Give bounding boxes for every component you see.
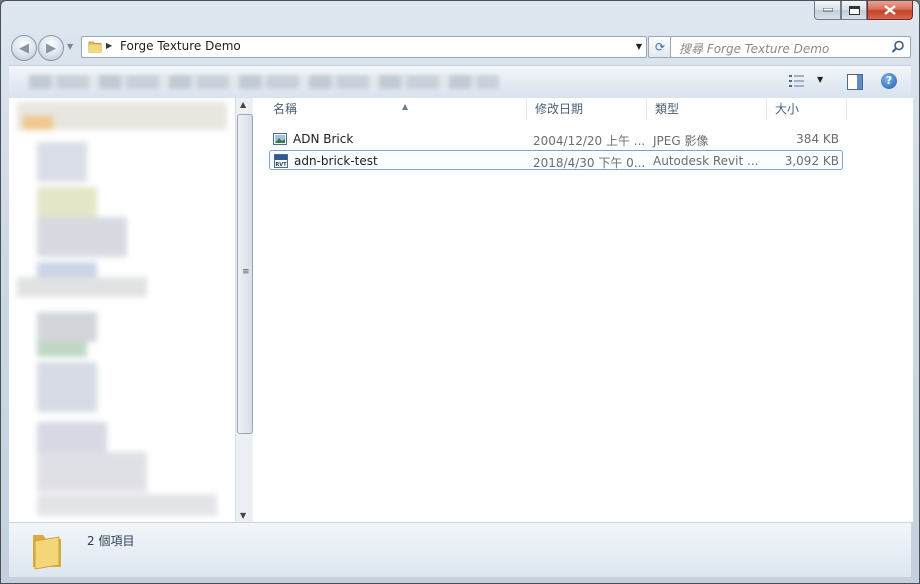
rvt-file-icon: RVT bbox=[274, 154, 288, 168]
file-size: 384 KB bbox=[796, 132, 839, 146]
maximize-icon bbox=[848, 5, 860, 15]
close-icon bbox=[884, 5, 896, 15]
navigation-scrollbar[interactable]: ▲ ≡ ▼ bbox=[235, 98, 253, 522]
navigation-pane[interactable] bbox=[9, 98, 235, 522]
preview-pane-icon[interactable] bbox=[847, 74, 863, 90]
details-pane: 2 個項目 bbox=[9, 522, 911, 577]
back-arrow-icon: ◀ bbox=[19, 40, 29, 56]
column-headers: 名稱 ▲ 修改日期 類型 大小 bbox=[253, 98, 913, 120]
forward-arrow-icon: ▶ bbox=[46, 40, 56, 56]
folder-icon bbox=[88, 41, 102, 53]
refresh-button[interactable]: ⟳ bbox=[648, 36, 672, 58]
sort-ascending-icon: ▲ bbox=[402, 102, 409, 111]
change-view-icon[interactable] bbox=[789, 74, 805, 88]
minimize-button[interactable] bbox=[814, 1, 841, 20]
close-button[interactable] bbox=[867, 1, 913, 20]
folder-icon bbox=[33, 535, 61, 570]
breadcrumb-folder[interactable]: Forge Texture Demo bbox=[120, 39, 241, 53]
file-type: JPEG 影像 bbox=[653, 134, 709, 148]
file-name[interactable]: adn-brick-test bbox=[294, 154, 378, 168]
column-header-type[interactable]: 類型 bbox=[647, 98, 767, 120]
file-type: Autodesk Revit ... bbox=[653, 154, 759, 168]
maximize-button[interactable] bbox=[841, 1, 867, 20]
file-row[interactable]: RVT adn-brick-test 2018/4/30 下午 0... Aut… bbox=[269, 150, 843, 170]
minimize-icon bbox=[822, 8, 833, 12]
search-input[interactable]: 搜尋 Forge Texture Demo bbox=[679, 40, 829, 57]
navigation-tree-blurred bbox=[17, 102, 227, 516]
search-box[interactable]: 搜尋 Forge Texture Demo bbox=[670, 36, 911, 58]
file-size: 3,092 KB bbox=[784, 154, 839, 168]
help-icon[interactable]: ? bbox=[881, 73, 897, 89]
column-header-label: 名稱 bbox=[273, 102, 298, 116]
file-modified: 2018/4/30 下午 0... bbox=[533, 156, 646, 170]
breadcrumb-separator-icon[interactable]: ▶ bbox=[106, 41, 112, 50]
back-button[interactable]: ◀ bbox=[11, 35, 37, 61]
recent-pages-dropdown-icon[interactable]: ▼ bbox=[67, 42, 73, 51]
scroll-down-icon[interactable]: ▼ bbox=[240, 511, 246, 520]
file-name[interactable]: ADN Brick bbox=[293, 132, 353, 146]
scrollbar-grip-icon: ≡ bbox=[242, 267, 250, 277]
column-header-label: 大小 bbox=[775, 102, 800, 116]
toolbar-commands-blurred bbox=[29, 75, 499, 89]
column-header-label: 類型 bbox=[655, 102, 680, 116]
column-header-name[interactable]: 名稱 ▲ bbox=[265, 98, 527, 120]
column-header-size[interactable]: 大小 bbox=[767, 98, 847, 120]
command-bar: ▼ ? bbox=[9, 65, 911, 99]
item-count: 2 個項目 bbox=[87, 534, 135, 548]
search-icon[interactable] bbox=[891, 40, 905, 54]
address-row: ◀ ▶ ▼ ▶ Forge Texture Demo ▼ ⟳ 搜尋 Forge … bbox=[9, 34, 911, 61]
svg-text:RVT: RVT bbox=[275, 162, 287, 168]
scrollbar-thumb[interactable]: ≡ bbox=[237, 114, 253, 434]
explorer-window: ◀ ▶ ▼ ▶ Forge Texture Demo ▼ ⟳ 搜尋 Forge … bbox=[0, 0, 920, 584]
file-row[interactable]: ADN Brick 2004/12/20 上午 ... JPEG 影像 384 … bbox=[269, 129, 843, 149]
file-list[interactable]: 名稱 ▲ 修改日期 類型 大小 ADN Brick 2004/12/20 上午 … bbox=[253, 98, 913, 522]
scroll-up-icon[interactable]: ▲ bbox=[240, 100, 246, 109]
column-header-label: 修改日期 bbox=[535, 102, 584, 116]
refresh-icon: ⟳ bbox=[654, 40, 666, 54]
column-header-modified[interactable]: 修改日期 bbox=[527, 98, 647, 120]
file-modified: 2004/12/20 上午 ... bbox=[533, 134, 646, 148]
image-file-icon bbox=[273, 133, 287, 145]
forward-button[interactable]: ▶ bbox=[38, 35, 64, 61]
address-bar[interactable]: ▶ Forge Texture Demo ▼ bbox=[81, 36, 647, 58]
view-options-dropdown-icon[interactable]: ▼ bbox=[817, 75, 823, 84]
caption-buttons bbox=[814, 1, 913, 20]
address-dropdown-icon[interactable]: ▼ bbox=[636, 42, 642, 51]
